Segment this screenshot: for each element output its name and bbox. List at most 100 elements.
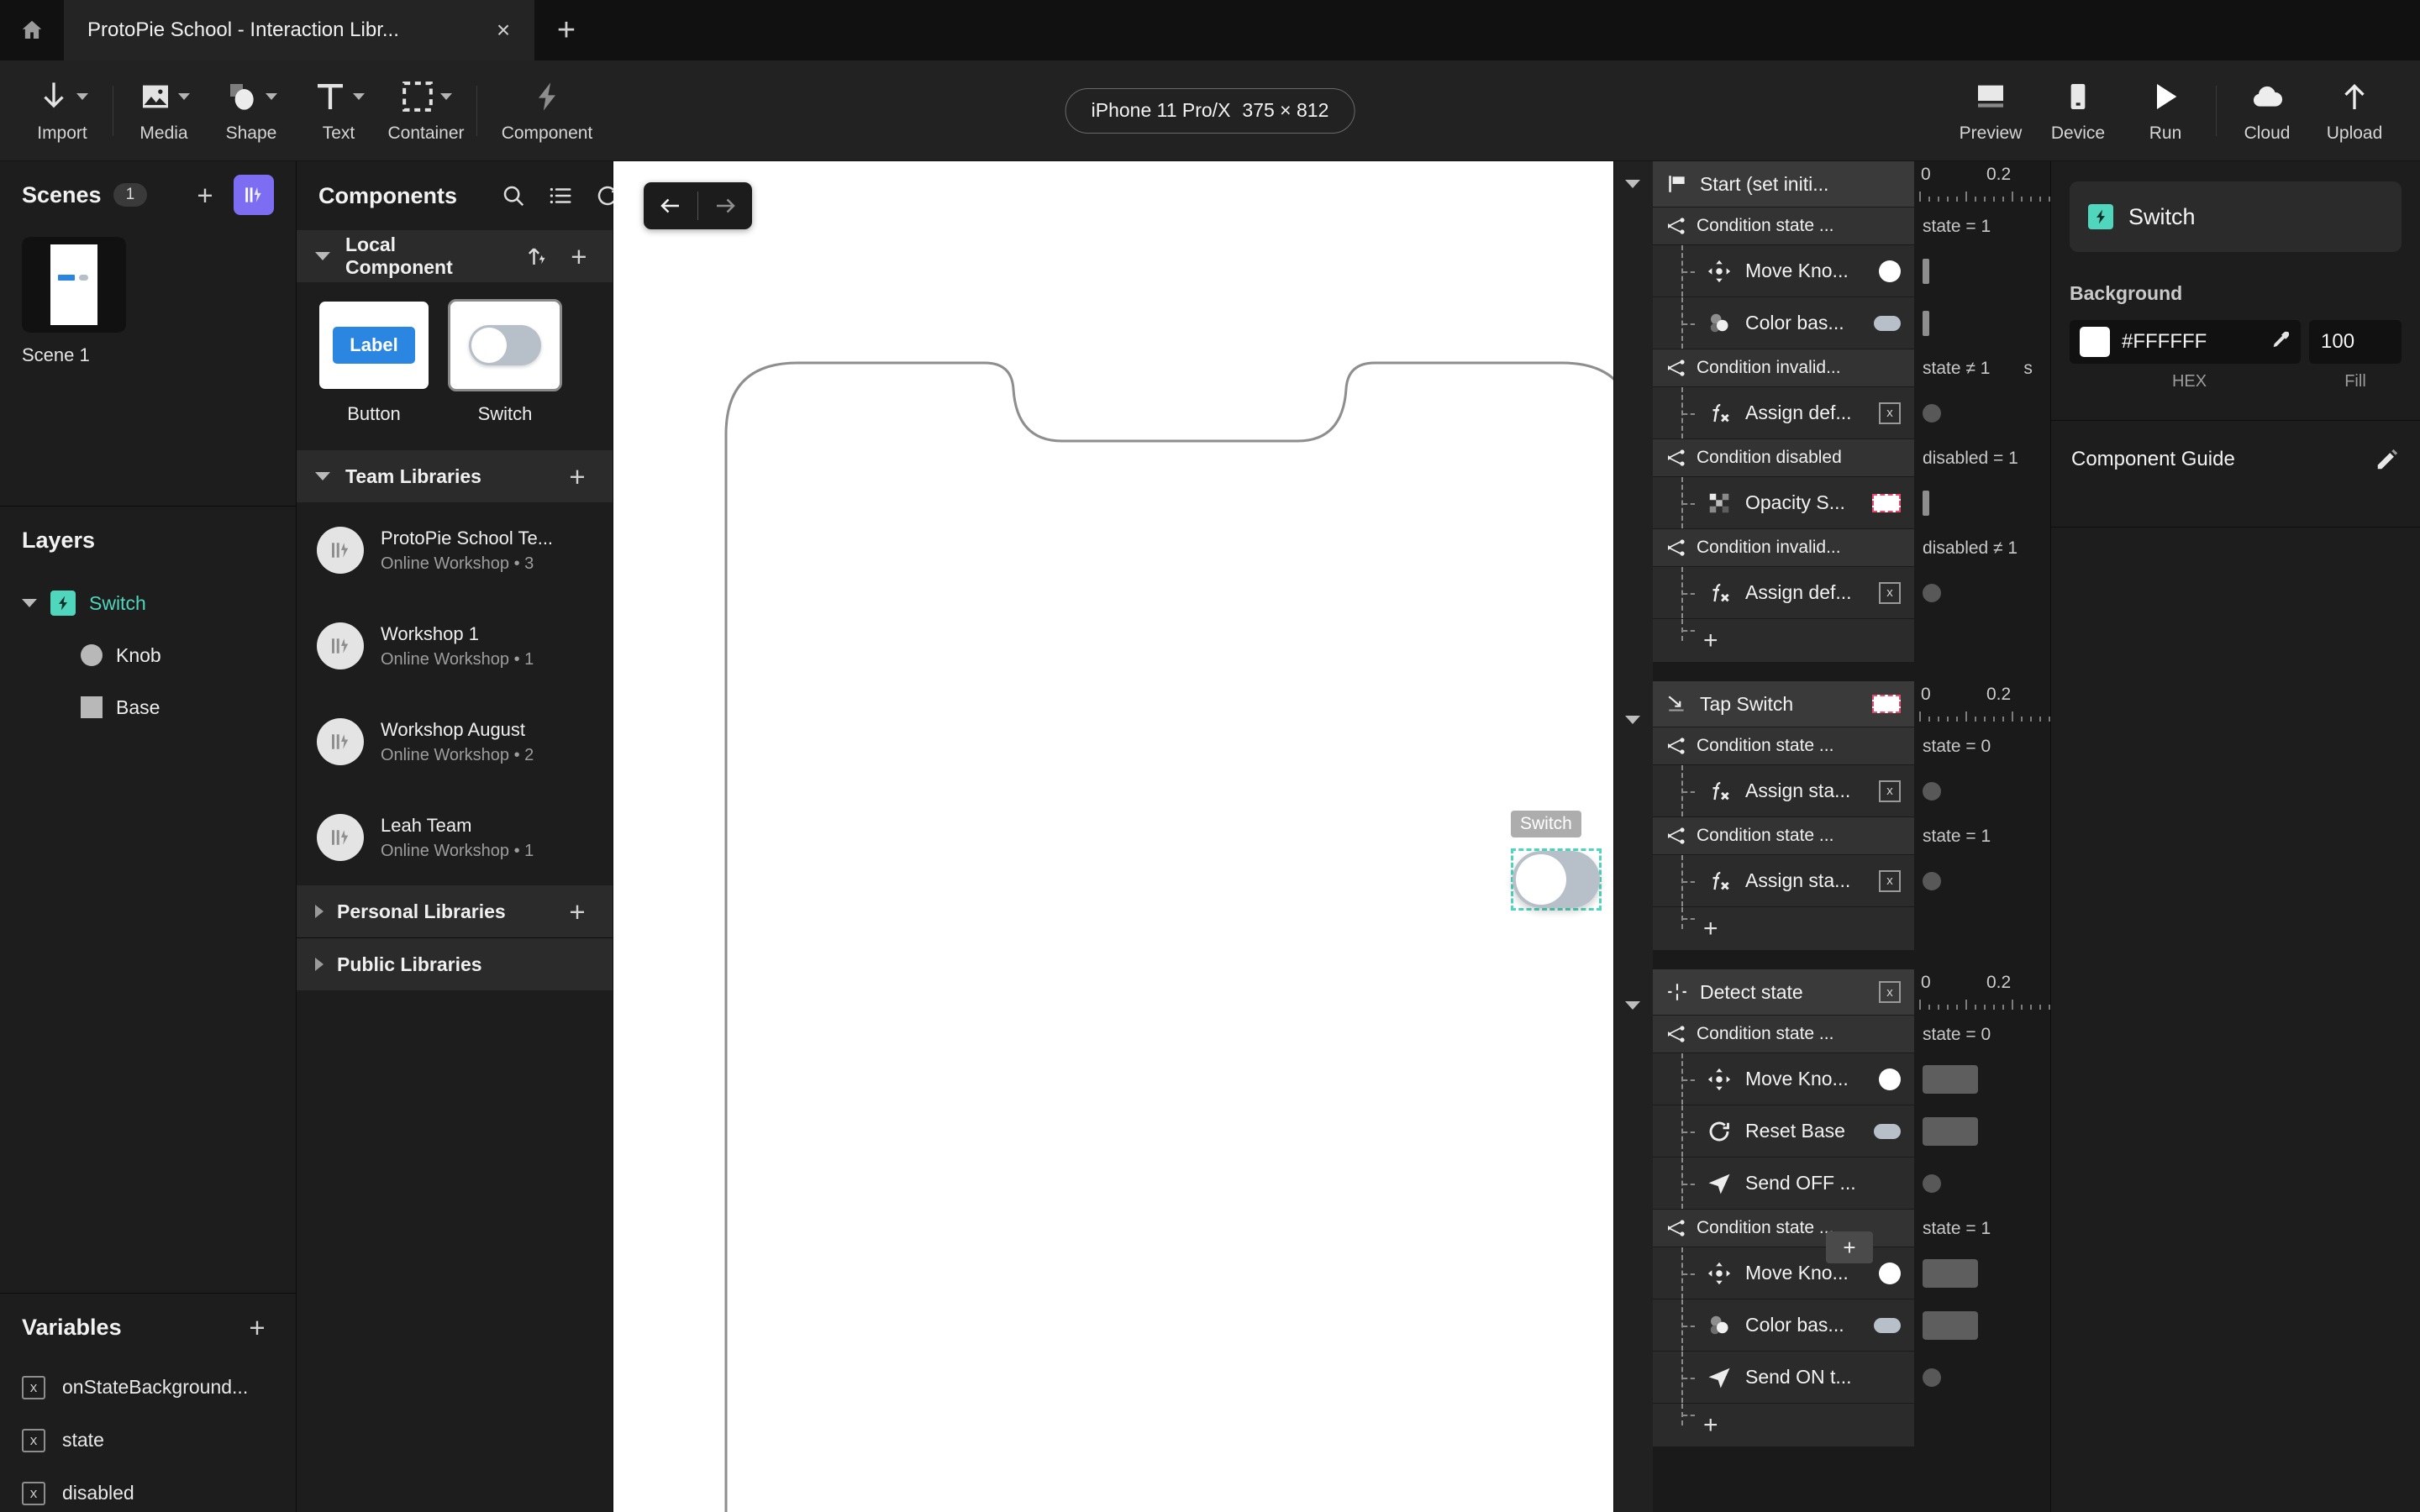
timeline-block[interactable] [1923,1259,1978,1288]
device-selector[interactable]: iPhone 11 Pro/X 375 × 812 [1065,88,1355,134]
add-action-button[interactable]: + [1653,619,1914,663]
condition-row[interactable]: Condition disabled [1653,439,1914,477]
timeline-dot[interactable] [1923,584,1941,602]
upload-button[interactable]: Upload [2311,60,2398,161]
timeline-action-cell[interactable] [1914,1247,2050,1299]
canvas-area[interactable]: Switch [613,161,1613,1512]
chevron-down-icon[interactable] [178,93,190,100]
timeline-block[interactable] [1923,1065,1978,1094]
timeline-action-cell[interactable] [1914,1053,2050,1105]
condition-row[interactable]: Condition invalid... [1653,349,1914,387]
selected-switch-on-canvas[interactable]: Switch [1511,848,1602,911]
layer-row-switch[interactable]: Switch [0,577,296,629]
action-row[interactable]: Assign sta... x [1653,855,1914,907]
toolbar-shape-button[interactable]: Shape [208,60,295,161]
timeline-action-cell[interactable] [1914,1299,2050,1352]
timeline-action-cell[interactable] [1914,477,2050,529]
action-row[interactable]: Assign def... x [1653,567,1914,619]
add-scene-button[interactable]: + [188,181,222,209]
add-personal-library-button[interactable]: + [560,898,594,926]
condition-row[interactable]: Condition invalid... [1653,529,1914,567]
action-row[interactable]: Send OFF ... [1653,1158,1914,1210]
timeline-dot[interactable] [1923,404,1941,423]
action-row[interactable]: Send ON t... [1653,1352,1914,1404]
condition-row[interactable]: Condition state ... [1653,817,1914,855]
timeline-dot[interactable] [1923,1368,1941,1387]
action-row[interactable]: Assign def... x [1653,387,1914,439]
timeline-action-cell[interactable] [1914,855,2050,907]
team-libraries-group-header[interactable]: Team Libraries + [297,450,613,502]
condition-row[interactable]: Condition state ... [1653,1210,1914,1247]
action-row[interactable]: Move Kno... [1653,1247,1914,1299]
local-component-group-header[interactable]: Local Component + [297,230,613,282]
hex-input[interactable]: #FFFFFF [2070,320,2301,364]
publish-button[interactable] [523,244,549,269]
variable-row[interactable]: x onStateBackground... [0,1361,296,1414]
chevron-down-icon[interactable] [315,472,330,480]
collapse-group-detect-icon[interactable] [1625,1001,1640,1010]
action-row[interactable]: Move Kno... [1653,1053,1914,1105]
scene-thumbnail[interactable] [22,237,126,333]
timeline-block[interactable] [1923,1117,1978,1146]
add-variable-button[interactable]: + [240,1314,274,1341]
eyedropper-icon[interactable] [2267,330,2291,354]
chevron-right-icon[interactable] [315,905,324,918]
chevron-down-icon[interactable] [353,93,365,100]
component-mode-button[interactable] [234,175,274,215]
action-row[interactable]: Assign sta... x [1653,765,1914,817]
selected-object-header[interactable]: Switch [2070,181,2402,252]
chevron-down-icon[interactable] [76,93,88,100]
chevron-down-icon[interactable] [440,93,452,100]
preview-button[interactable]: Preview [1947,60,2034,161]
collapse-group-tap-icon[interactable] [1625,716,1640,724]
trigger-row-start[interactable]: Start (set initi... [1653,161,1914,207]
color-swatch[interactable] [2080,327,2110,357]
variable-row[interactable]: x disabled [0,1467,296,1512]
timeline-dot[interactable] [1923,872,1941,890]
condition-row[interactable]: Condition state ... [1653,207,1914,245]
timeline-dot[interactable] [1923,782,1941,801]
variable-row[interactable]: x state [0,1414,296,1467]
chevron-right-icon[interactable] [315,958,324,971]
library-row[interactable]: Leah Team Online Workshop • 1 [297,790,613,885]
device-button[interactable]: Device [2034,60,2122,161]
nav-back-button[interactable] [644,182,697,229]
action-row[interactable]: Color bas... [1653,297,1914,349]
list-view-button[interactable] [548,183,573,208]
action-row[interactable]: Opacity S... [1653,477,1914,529]
timeline-action-cell[interactable] [1914,1352,2050,1404]
timeline-block[interactable] [1923,1311,1978,1340]
action-row[interactable]: Reset Base [1653,1105,1914,1158]
timeline-action-cell[interactable] [1914,1158,2050,1210]
add-local-component-button[interactable]: + [564,243,594,270]
timeline-bar[interactable] [1923,491,1929,516]
timeline-bar[interactable] [1923,259,1929,284]
toolbar-text-button[interactable]: Text [295,60,382,161]
toolbar-component-button[interactable]: Component [484,60,610,161]
fill-input[interactable]: 100 [2309,320,2402,364]
toolbar-container-button[interactable]: Container [382,60,470,161]
library-row[interactable]: Workshop 1 Online Workshop • 1 [297,598,613,694]
run-button[interactable]: Run [2122,60,2209,161]
component-card-button[interactable]: Label Button [317,299,431,425]
toolbar-media-button[interactable]: Media [120,60,208,161]
add-action-button[interactable]: + [1653,1404,1914,1447]
personal-libraries-group-header[interactable]: Personal Libraries + [297,885,613,937]
trigger-row-detect[interactable]: Detect state x [1653,969,1914,1016]
timeline-dot[interactable] [1923,1174,1941,1193]
public-libraries-group-header[interactable]: Public Libraries [297,938,613,990]
action-row[interactable]: Color bas... [1653,1299,1914,1352]
close-icon[interactable]: × [489,18,518,42]
layer-row-base[interactable]: Base [0,681,296,733]
cloud-button[interactable]: Cloud [2223,60,2311,161]
canvas-board[interactable]: Switch [613,161,1613,1512]
condition-row[interactable]: Condition state ... [1653,727,1914,765]
component-card-switch[interactable]: Switch [448,299,562,425]
home-button[interactable] [0,0,64,60]
search-button[interactable] [501,183,526,208]
action-row[interactable]: Move Kno... [1653,245,1914,297]
nav-forward-button[interactable] [698,182,752,229]
timeline-bar[interactable] [1923,311,1929,336]
condition-row[interactable]: Condition state ... [1653,1016,1914,1053]
add-action-floating-button[interactable]: + [1826,1231,1873,1263]
